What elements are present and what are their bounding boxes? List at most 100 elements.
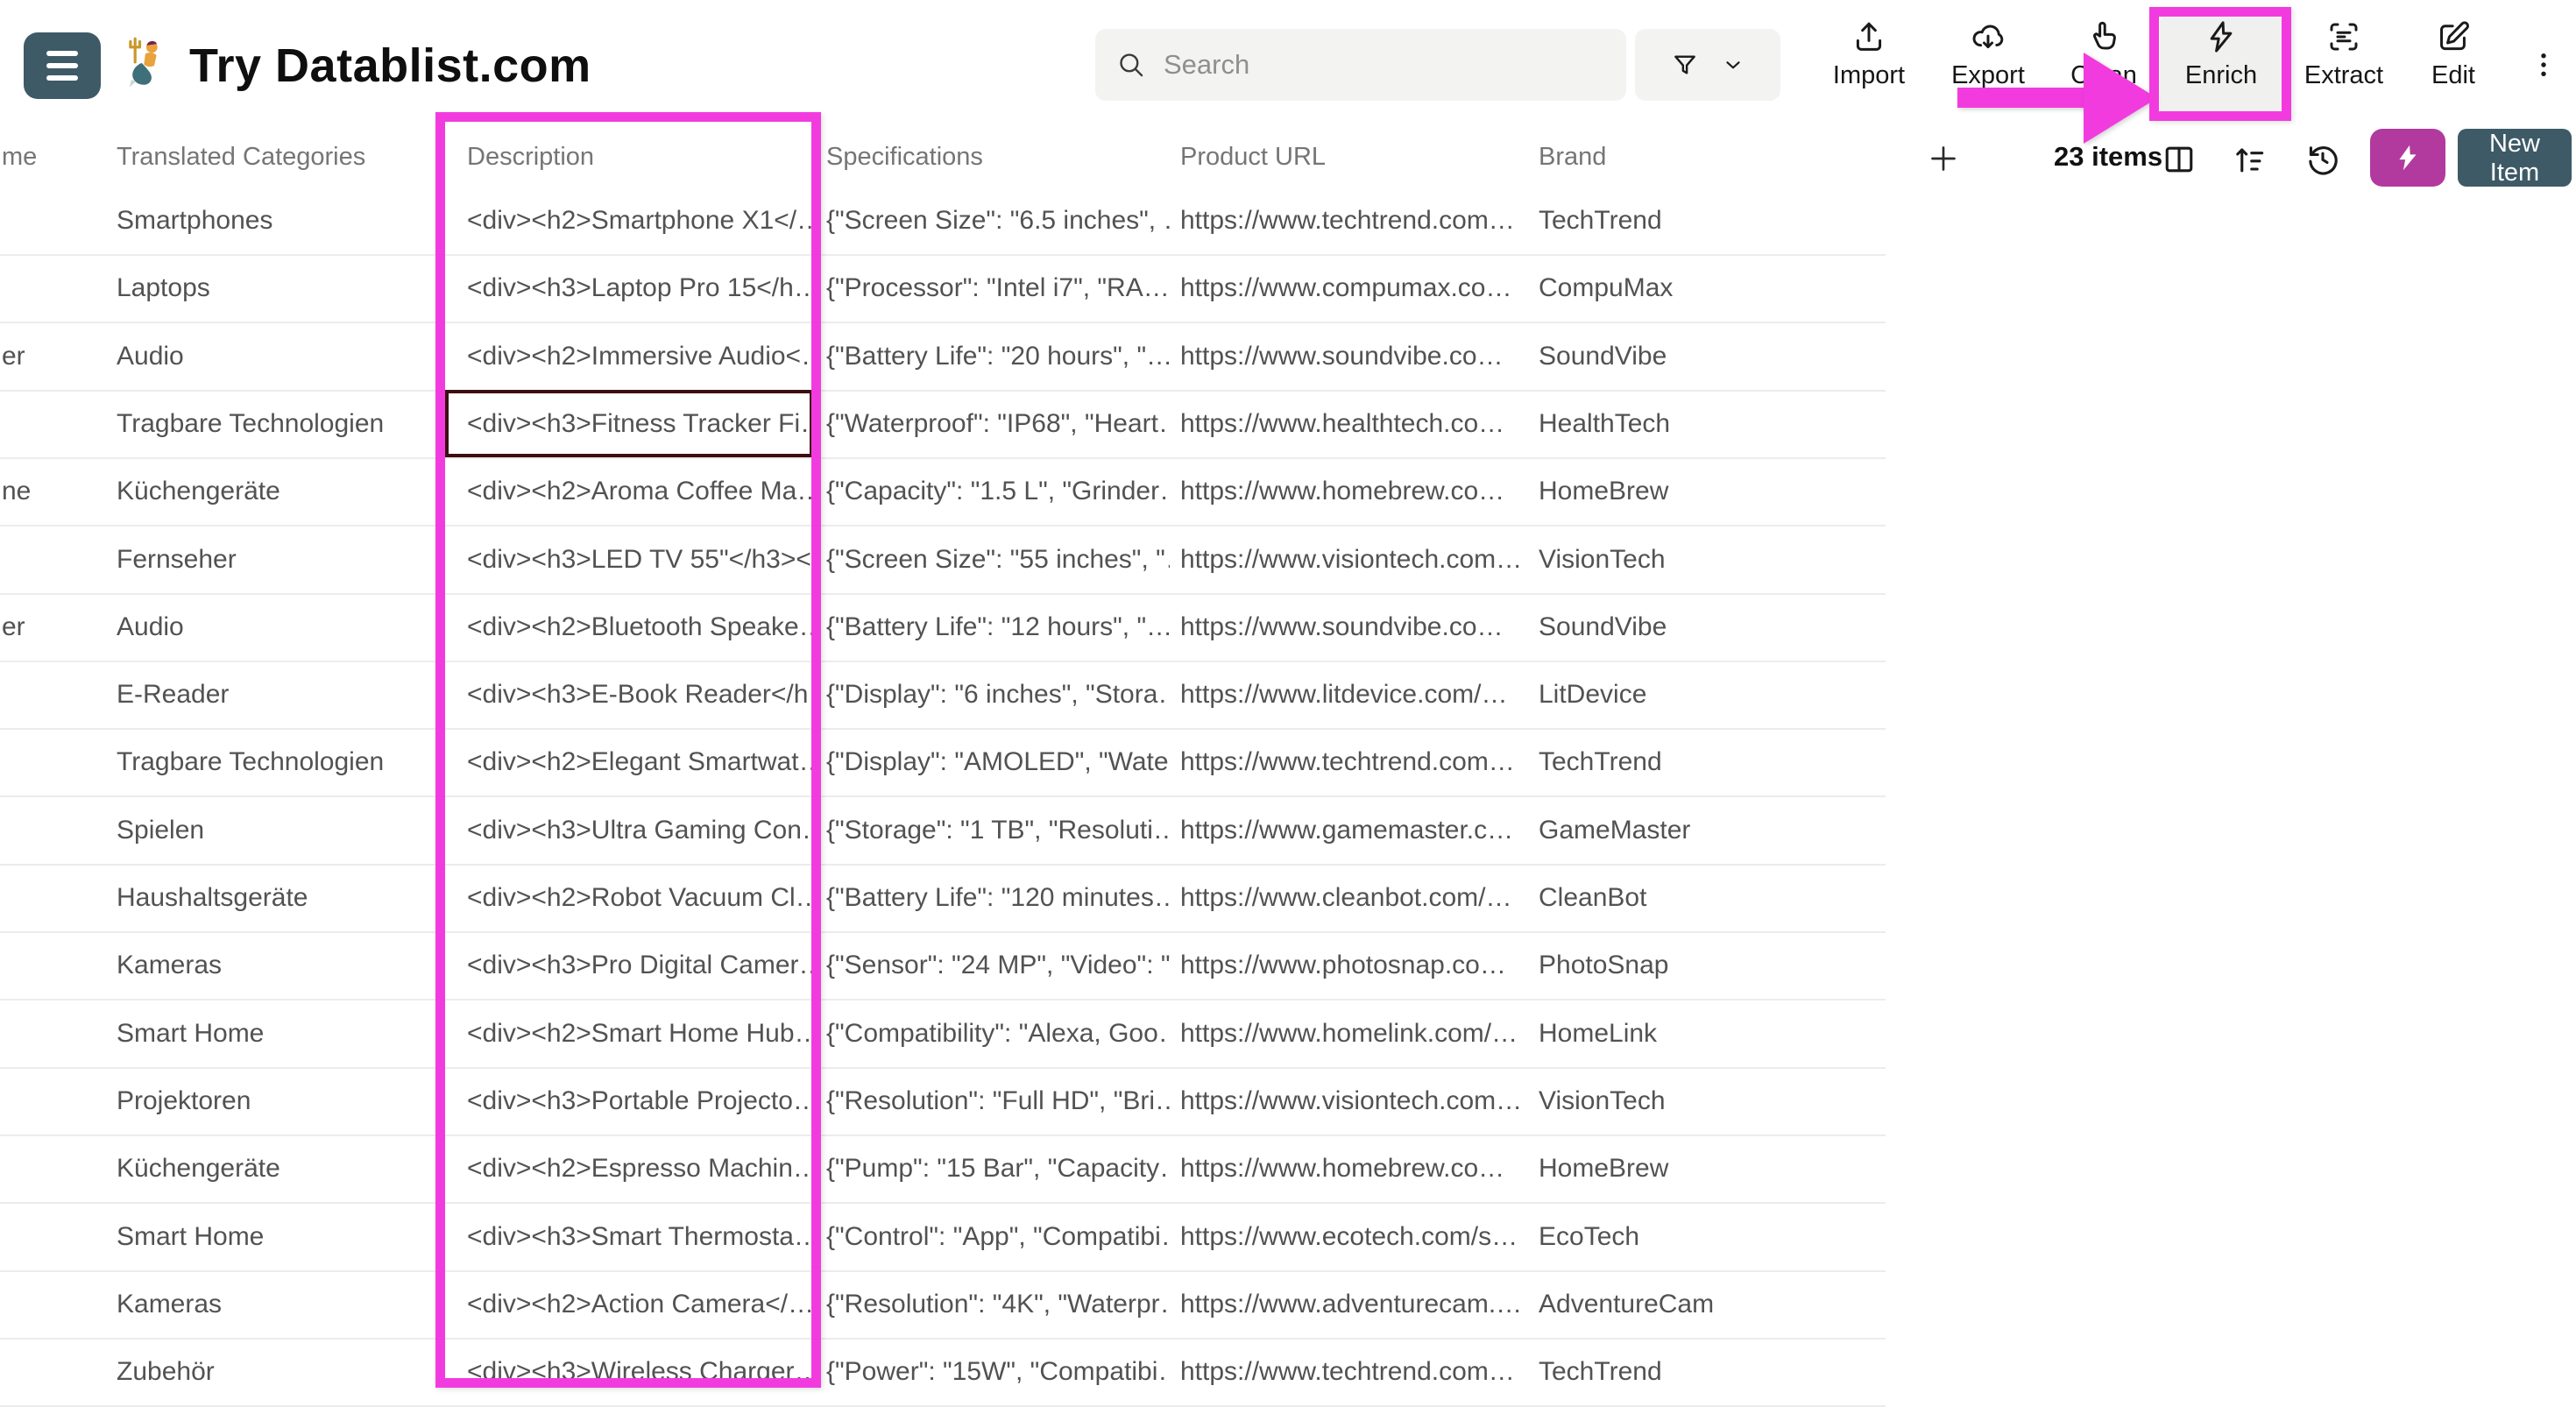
cell-description[interactable]: <div><h2>Smart Home Hub… [467, 1000, 816, 1067]
cell-product-url[interactable]: https://www.visiontech.com… [1180, 526, 1527, 593]
cell-brand[interactable]: TechTrend [1539, 728, 1854, 795]
table-row[interactable]: Kameras <div><h2>Action Camera</… {"Reso… [0, 1270, 1886, 1340]
cell-brand[interactable]: VisionTech [1539, 1067, 1854, 1135]
cell-brand[interactable]: PhotoSnap [1539, 931, 1854, 999]
cell-brand[interactable]: CompuMax [1539, 254, 1854, 322]
cell-description[interactable]: <div><h3>Laptop Pro 15</h… [467, 254, 816, 322]
table-row[interactable]: Smart Home <div><h2>Smart Home Hub… {"Co… [0, 1000, 1886, 1069]
cell-translated-categories[interactable]: Tragbare Technologien [117, 390, 449, 457]
cell-translated-categories[interactable]: Smart Home [117, 1000, 449, 1067]
table-row[interactable]: Tragbare Technologien <div><h2>Elegant S… [0, 728, 1886, 797]
cell-description[interactable]: <div><h2>Immersive Audio<… [467, 322, 816, 390]
table-row[interactable]: Laptops <div><h3>Laptop Pro 15</h… {"Pro… [0, 254, 1886, 323]
table-row[interactable]: E-Reader <div><h3>E-Book Reader</h… {"Di… [0, 661, 1886, 730]
cell-brand[interactable]: EcoTech [1539, 1203, 1854, 1270]
cell-product-url[interactable]: https://www.homebrew.co… [1180, 457, 1527, 525]
cell-specifications[interactable]: {"Battery Life": "12 hours", "… [826, 593, 1170, 661]
cell-translated-categories[interactable]: Zubehör [117, 1338, 449, 1405]
cell-description[interactable]: <div><h3>Pro Digital Camer… [467, 931, 816, 999]
cell-product-url[interactable]: https://www.techtrend.com… [1180, 728, 1527, 795]
cell-product-url[interactable]: https://www.healthtech.co… [1180, 390, 1527, 457]
cell-product-url[interactable]: https://www.gamemaster.c… [1180, 796, 1527, 864]
table-row[interactable]: er Audio <div><h2>Immersive Audio<… {"Ba… [0, 322, 1886, 392]
cell-product-url[interactable]: https://www.techtrend.com… [1180, 1338, 1527, 1405]
cell-description[interactable]: <div><h3>Smart Thermosta… [467, 1203, 816, 1270]
table-row[interactable]: Kameras <div><h3>Pro Digital Camer… {"Se… [0, 931, 1886, 1000]
cell-translated-categories[interactable]: Kameras [117, 931, 449, 999]
cell-brand[interactable]: AdventureCam [1539, 1270, 1854, 1338]
cell-brand[interactable]: HomeBrew [1539, 457, 1854, 525]
table-row[interactable]: ne Küchengeräte <div><h2>Aroma Coffee Ma… [0, 457, 1886, 527]
cell-translated-categories[interactable]: Fernseher [117, 526, 449, 593]
cell-description[interactable]: <div><h2>Espresso Machin… [467, 1135, 816, 1202]
table-row[interactable]: Haushaltsgeräte <div><h2>Robot Vacuum Cl… [0, 864, 1886, 933]
cell-specifications[interactable]: {"Processor": "Intel i7", "RA… [826, 254, 1170, 322]
cell-specifications[interactable]: {"Resolution": "Full HD", "Bri… [826, 1067, 1170, 1135]
cell-specifications[interactable]: {"Pump": "15 Bar", "Capacity… [826, 1135, 1170, 1202]
cell-translated-categories[interactable]: Küchengeräte [117, 457, 449, 525]
cell-brand[interactable]: SoundVibe [1539, 593, 1854, 661]
table-row[interactable]: Fernseher <div><h3>LED TV 55"</h3><… {"S… [0, 526, 1886, 595]
cell-product-url[interactable]: https://www.ecotech.com/s… [1180, 1203, 1527, 1270]
cell-brand[interactable]: CleanBot [1539, 864, 1854, 931]
cell-brand[interactable]: SoundVibe [1539, 322, 1854, 390]
cell-translated-categories[interactable]: Küchengeräte [117, 1135, 449, 1202]
cell-specifications[interactable]: {"Compatibility": "Alexa, Goo… [826, 1000, 1170, 1067]
cell-translated-categories[interactable]: Haushaltsgeräte [117, 864, 449, 931]
cell-specifications[interactable]: {"Display": "AMOLED", "Wate… [826, 728, 1170, 795]
cell-product-url[interactable]: https://www.techtrend.com… [1180, 187, 1527, 254]
table-row[interactable]: Spielen <div><h3>Ultra Gaming Con… {"Sto… [0, 796, 1886, 866]
cell-brand[interactable]: TechTrend [1539, 1338, 1854, 1405]
cell-specifications[interactable]: {"Power": "15W", "Compatibi… [826, 1338, 1170, 1405]
cell-description[interactable]: <div><h2>Aroma Coffee Ma… [467, 457, 816, 525]
cell-description[interactable]: <div><h3>Wireless Charger… [467, 1338, 816, 1405]
cell-translated-categories[interactable]: Tragbare Technologien [117, 728, 449, 795]
cell-product-url[interactable]: https://www.homebrew.co… [1180, 1135, 1527, 1202]
cell-specifications[interactable]: {"Capacity": "1.5 L", "Grinder… [826, 457, 1170, 525]
cell-translated-categories[interactable]: Kameras [117, 1270, 449, 1338]
cell-translated-categories[interactable]: Audio [117, 593, 449, 661]
cell-translated-categories[interactable]: Spielen [117, 796, 449, 864]
cell-specifications[interactable]: {"Screen Size": "55 inches", "… [826, 526, 1170, 593]
table-row[interactable]: er Audio <div><h2>Bluetooth Speake… {"Ba… [0, 593, 1886, 662]
cell-translated-categories[interactable]: Smartphones [117, 187, 449, 254]
cell-brand[interactable]: TechTrend [1539, 187, 1854, 254]
cell-product-url[interactable]: https://www.soundvibe.co… [1180, 593, 1527, 661]
cell-specifications[interactable]: {"Battery Life": "120 minutes… [826, 864, 1170, 931]
cell-specifications[interactable]: {"Storage": "1 TB", "Resoluti… [826, 796, 1170, 864]
cell-product-url[interactable]: https://www.soundvibe.co… [1180, 322, 1527, 390]
cell-translated-categories[interactable]: Projektoren [117, 1067, 449, 1135]
table-row[interactable]: Tragbare Technologien <div><h3>Fitness T… [0, 390, 1886, 459]
cell-brand[interactable]: LitDevice [1539, 661, 1854, 728]
cell-brand[interactable]: VisionTech [1539, 526, 1854, 593]
cell-translated-categories[interactable]: E-Reader [117, 661, 449, 728]
cell-product-url[interactable]: https://www.litdevice.com/… [1180, 661, 1527, 728]
cell-translated-categories[interactable]: Audio [117, 322, 449, 390]
table-row[interactable]: Projektoren <div><h3>Portable Projecto… … [0, 1067, 1886, 1136]
cell-product-url[interactable]: https://www.adventurecam.… [1180, 1270, 1527, 1338]
cell-description[interactable]: <div><h3>Fitness Tracker Fi… [467, 390, 816, 457]
table-row[interactable]: Smart Home <div><h3>Smart Thermosta… {"C… [0, 1203, 1886, 1272]
cell-description[interactable]: <div><h2>Action Camera</… [467, 1270, 816, 1338]
cell-description[interactable]: <div><h3>LED TV 55"</h3><… [467, 526, 816, 593]
cell-description[interactable]: <div><h2>Smartphone X1</… [467, 187, 816, 254]
cell-brand[interactable]: HomeLink [1539, 1000, 1854, 1067]
cell-specifications[interactable]: {"Resolution": "4K", "Waterpr… [826, 1270, 1170, 1338]
cell-product-url[interactable]: https://www.homelink.com/… [1180, 1000, 1527, 1067]
cell-description[interactable]: <div><h3>Portable Projecto… [467, 1067, 816, 1135]
cell-specifications[interactable]: {"Waterproof": "IP68", "Heart… [826, 390, 1170, 457]
cell-specifications[interactable]: {"Display": "6 inches", "Stora… [826, 661, 1170, 728]
cell-specifications[interactable]: {"Battery Life": "20 hours", "… [826, 322, 1170, 390]
cell-brand[interactable]: HomeBrew [1539, 1135, 1854, 1202]
cell-brand[interactable]: HealthTech [1539, 390, 1854, 457]
table-row[interactable]: Smartphones <div><h2>Smartphone X1</… {"… [0, 187, 1886, 256]
cell-brand[interactable]: GameMaster [1539, 796, 1854, 864]
table-row[interactable]: Zubehör <div><h3>Wireless Charger… {"Pow… [0, 1338, 1886, 1407]
cell-description[interactable]: <div><h2>Bluetooth Speake… [467, 593, 816, 661]
cell-translated-categories[interactable]: Laptops [117, 254, 449, 322]
cell-description[interactable]: <div><h3>E-Book Reader</h… [467, 661, 816, 728]
table-row[interactable]: Küchengeräte <div><h2>Espresso Machin… {… [0, 1135, 1886, 1204]
cell-specifications[interactable]: {"Control": "App", "Compatibi… [826, 1203, 1170, 1270]
cell-product-url[interactable]: https://www.cleanbot.com/… [1180, 864, 1527, 931]
cell-description[interactable]: <div><h2>Elegant Smartwat… [467, 728, 816, 795]
